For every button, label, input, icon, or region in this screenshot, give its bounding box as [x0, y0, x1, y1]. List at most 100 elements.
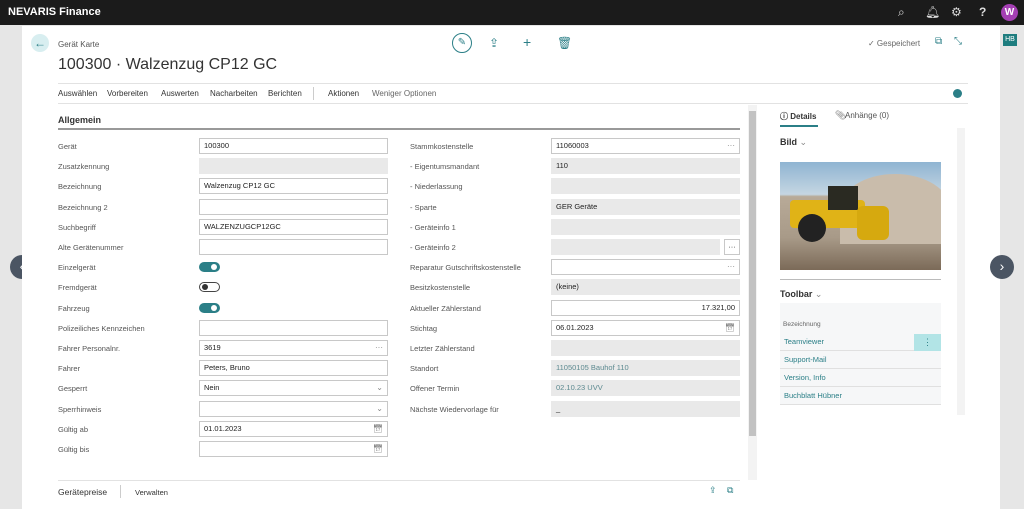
- back-button[interactable]: ←: [31, 34, 49, 52]
- input-field[interactable]: 11050105 Bauhof 110: [551, 360, 740, 377]
- toggle-6[interactable]: [199, 262, 220, 273]
- input-field[interactable]: Walzenzug CP12 GC: [199, 178, 388, 195]
- input-field[interactable]: Nein ⌄: [199, 380, 388, 397]
- input-field[interactable]: Peters, Bruno: [199, 360, 388, 377]
- label-text: Bezeichnung: [58, 182, 105, 192]
- input-field[interactable]: [551, 340, 740, 356]
- bell-icon[interactable]: 🔔︎: [925, 5, 940, 19]
- action-2[interactable]: Auswerten: [161, 89, 199, 98]
- user-badge: HB: [1003, 34, 1017, 46]
- field-value: GER Geräte: [556, 201, 598, 211]
- main-scrollbar[interactable]: [748, 105, 757, 480]
- field-label: Reparatur Gutschriftskostenstelle: [410, 263, 550, 273]
- toggle-7[interactable]: [199, 282, 220, 293]
- input-field[interactable]: (keine): [551, 279, 740, 296]
- edit-button[interactable]: ✎: [452, 33, 472, 53]
- column-header: Bezeichnung: [783, 321, 821, 328]
- input-field[interactable]: 06.01.2023 📅︎: [551, 319, 740, 336]
- field-label: Standort: [410, 364, 550, 374]
- calendar-icon[interactable]: 📅︎: [373, 422, 383, 436]
- info-icon[interactable]: [953, 89, 962, 98]
- avatar[interactable]: W: [1001, 4, 1018, 21]
- input-field[interactable]: 17.321,00: [551, 299, 740, 316]
- field-value: Walzenzug CP12 GC: [204, 181, 276, 191]
- open-new-window-icon[interactable]: ⧉: [935, 36, 942, 47]
- input-field[interactable]: [551, 239, 720, 255]
- input-field[interactable]: GER Geräte: [551, 198, 740, 215]
- new-icon[interactable]: +: [523, 34, 531, 50]
- field-label: Alte Gerätenummer: [58, 243, 198, 252]
- subpage-title[interactable]: Gerätepreise: [58, 487, 107, 497]
- toggle-8[interactable]: [199, 302, 220, 313]
- action-4[interactable]: Berichten: [268, 89, 302, 98]
- action-5[interactable]: Aktionen: [328, 89, 359, 98]
- lookup-icon[interactable]: ···: [727, 260, 735, 274]
- share-icon[interactable]: ⇪: [489, 36, 499, 50]
- input-field[interactable]: [199, 158, 388, 175]
- action-6[interactable]: Weniger Optionen: [372, 89, 436, 98]
- input-field[interactable]: ···: [551, 259, 740, 276]
- collapse-icon[interactable]: ⤡: [954, 36, 962, 47]
- input-field[interactable]: 02.10.23 UVV: [551, 380, 740, 397]
- manage-button[interactable]: Verwalten: [135, 488, 168, 497]
- expand-icon[interactable]: ⧉: [727, 485, 733, 496]
- label-text: Fremdgerät: [58, 283, 100, 293]
- lookup-icon[interactable]: ···: [375, 341, 383, 355]
- label-text: Stammkostenstelle: [410, 142, 477, 151]
- help-icon[interactable]: ?: [979, 5, 986, 19]
- calendar-icon[interactable]: 📅︎: [725, 321, 735, 335]
- next-record-button[interactable]: ›: [990, 255, 1014, 279]
- input-field[interactable]: 11060003 ···: [551, 138, 740, 154]
- toolbar-item[interactable]: Support-Mail: [780, 351, 941, 369]
- lookup-icon[interactable]: ···: [727, 139, 735, 153]
- delete-icon[interactable]: 🗑︎: [557, 36, 572, 50]
- chevron-down-icon[interactable]: ⌄: [376, 381, 383, 395]
- share-icon[interactable]: ⇪: [709, 485, 717, 496]
- field-value: 02.10.23 UVV: [556, 383, 603, 393]
- input-field[interactable]: ⌄: [199, 400, 388, 417]
- action-0[interactable]: Auswählen: [58, 89, 97, 98]
- input-field[interactable]: 3619 ···: [199, 340, 388, 356]
- label-text: Alte Gerätenummer: [58, 243, 127, 252]
- input-field[interactable]: 📅︎: [199, 441, 388, 457]
- action-3[interactable]: Nacharbeiten: [210, 89, 258, 98]
- search-icon[interactable]: ⌕: [898, 5, 905, 20]
- field-label: Gültig bis: [58, 445, 198, 454]
- input-field[interactable]: [199, 319, 388, 336]
- label-text: Aktueller Zählerstand: [410, 303, 484, 313]
- calendar-icon[interactable]: 📅︎: [373, 442, 383, 456]
- label-text: Fahrer Personalnr.: [58, 344, 124, 353]
- pencil-icon: ✎: [457, 37, 467, 48]
- input-field[interactable]: [551, 178, 740, 195]
- label-text: Letzter Zählerstand: [410, 344, 478, 353]
- equipment-image: [780, 162, 941, 270]
- input-field[interactable]: [199, 198, 388, 215]
- toolbar-header[interactable]: Toolbar ⌄: [780, 289, 822, 300]
- field-value: Peters, Bruno: [204, 363, 250, 373]
- lookup-button[interactable]: ···: [724, 239, 740, 255]
- more-options-icon[interactable]: ⋮: [914, 334, 941, 351]
- chevron-down-icon[interactable]: ⌄: [376, 402, 383, 416]
- input-field[interactable]: _: [551, 400, 740, 417]
- field-label: Gültig ab: [58, 424, 198, 434]
- chevron-down-icon: ⌄: [799, 137, 808, 147]
- input-field[interactable]: [551, 218, 740, 235]
- input-field[interactable]: 110: [551, 158, 740, 175]
- tab-attachments[interactable]: Anhänge (0): [845, 111, 889, 120]
- factbox-scrollbar[interactable]: [957, 128, 965, 415]
- input-field[interactable]: WALZENZUGCP12GC: [199, 218, 388, 235]
- field-label: - Sparte: [410, 202, 550, 212]
- gear-icon[interactable]: ⚙: [951, 5, 962, 19]
- toolbar-item[interactable]: Version, Info: [780, 369, 941, 387]
- action-1[interactable]: Vorbereiten: [107, 89, 148, 98]
- input-field[interactable]: 01.01.2023 📅︎: [199, 420, 388, 437]
- toolbar-item[interactable]: Buchblatt Hübner: [780, 387, 941, 405]
- input-field[interactable]: 100300: [199, 138, 388, 154]
- tab-details[interactable]: ⓘ Details: [780, 111, 816, 122]
- bild-header[interactable]: Bild ⌄: [780, 137, 807, 148]
- label-text: Einzelgerät: [58, 263, 99, 273]
- field-label: Sperrhinweis: [58, 404, 198, 414]
- label-text: Gültig ab: [58, 424, 92, 434]
- section-title-allgemein[interactable]: Allgemein: [58, 115, 101, 125]
- input-field[interactable]: [199, 239, 388, 255]
